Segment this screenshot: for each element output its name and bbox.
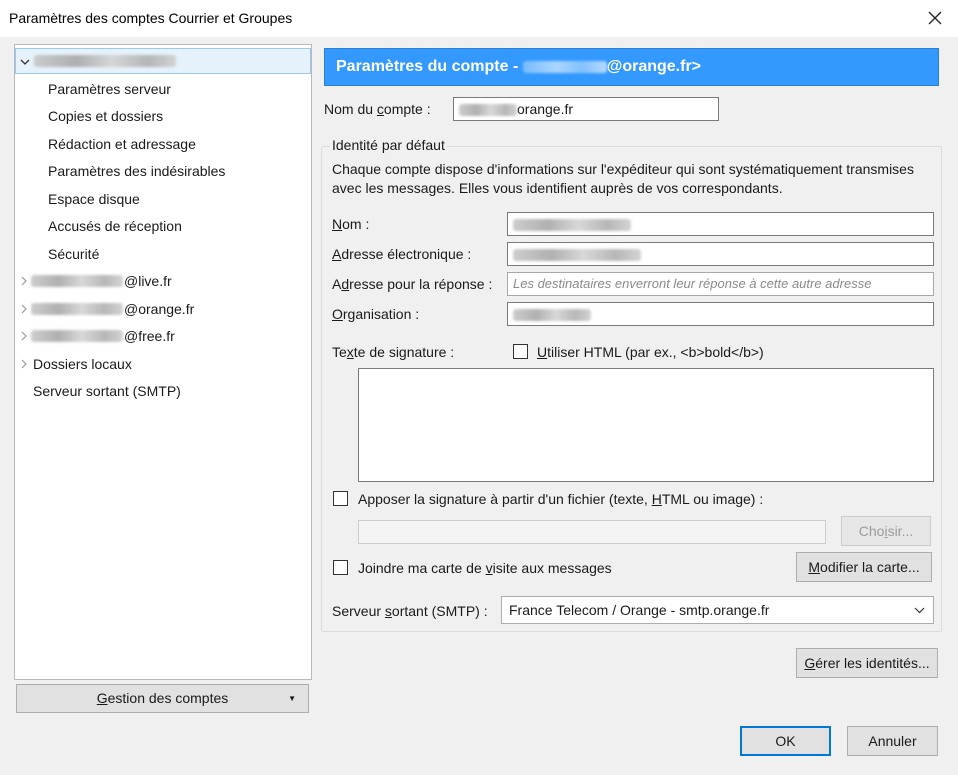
tree-item-junk-settings[interactable]: Paramètres des indésirables	[15, 158, 311, 184]
organization-input[interactable]	[507, 302, 934, 326]
tree-item-disk-space[interactable]: Espace disque	[15, 186, 311, 212]
name-input[interactable]	[507, 212, 934, 236]
signature-label: Texte de signature :	[332, 344, 455, 360]
redacted-account-name	[31, 303, 123, 315]
attach-signature-label[interactable]: Apposer la signature à partir d'un fichi…	[358, 491, 763, 507]
window-title: Paramètres des comptes Courrier et Group…	[9, 10, 293, 26]
attach-vcard-label[interactable]: Joindre ma carte de visite aux messages	[358, 560, 612, 576]
tree-item-main-account[interactable]	[15, 48, 311, 74]
use-html-label[interactable]: Utiliser HTML (par ex., <b>bold</b>)	[537, 344, 764, 360]
smtp-select[interactable]: France Telecom / Orange - smtp.orange.fr	[501, 596, 934, 624]
redacted-account-name	[31, 330, 123, 342]
manage-identities-button[interactable]: Gérer les identités...	[796, 648, 938, 678]
tree-item-composition[interactable]: Rédaction et adressage	[15, 131, 311, 157]
account-name-input[interactable]: orange.fr	[453, 97, 719, 121]
redacted-organization	[513, 309, 591, 322]
smtp-label: Serveur sortant (SMTP) :	[332, 603, 488, 619]
tree-item-smtp[interactable]: Serveur sortant (SMTP)	[15, 378, 311, 404]
close-icon[interactable]	[920, 3, 950, 33]
tree-item-receipts[interactable]: Accusés de réception	[15, 213, 311, 239]
attach-signature-checkbox[interactable]	[333, 491, 348, 506]
tree-item-account-free[interactable]: @free.fr	[15, 323, 311, 349]
reply-to-label: Adresse pour la réponse :	[332, 276, 493, 292]
redacted-account-name	[31, 275, 123, 287]
attach-vcard-checkbox[interactable]	[333, 560, 348, 575]
tree-item-account-live[interactable]: @live.fr	[15, 268, 311, 294]
chevron-right-icon[interactable]	[18, 351, 30, 377]
chevron-down-icon[interactable]	[19, 49, 31, 75]
ok-button[interactable]: OK	[740, 726, 831, 756]
account-settings-header: Paramètres du compte - @orange.fr>	[324, 48, 939, 86]
use-html-checkbox[interactable]	[513, 344, 528, 359]
account-suffix: @orange.fr	[124, 301, 195, 317]
dropdown-arrow-icon: ▼	[288, 694, 296, 703]
redacted-account-name	[34, 55, 176, 67]
edit-card-button[interactable]: Modifier la carte...	[796, 552, 932, 582]
title-bar: Paramètres des comptes Courrier et Group…	[0, 0, 958, 37]
chevron-right-icon[interactable]	[18, 323, 30, 349]
redacted-account-name	[459, 104, 517, 117]
email-label: Adresse électronique :	[332, 246, 472, 262]
redacted-account-name	[522, 60, 607, 73]
tree-item-copies-folders[interactable]: Copies et dossiers	[15, 103, 311, 129]
signature-textarea[interactable]	[358, 368, 934, 482]
identity-description: Chaque compte dispose d'informations sur…	[332, 161, 914, 196]
chevron-right-icon[interactable]	[18, 296, 30, 322]
organization-label: Organisation :	[332, 306, 420, 322]
tree-item-label: Dossiers locaux	[33, 356, 132, 372]
account-suffix: @free.fr	[124, 328, 175, 344]
choose-file-button[interactable]: Choisir...	[841, 516, 931, 546]
reply-to-input[interactable]: Les destinataires enverront leur réponse…	[507, 272, 934, 296]
name-label: Nom :	[332, 216, 370, 232]
default-identity-title: Identité par défaut	[330, 137, 447, 153]
chevron-right-icon[interactable]	[18, 268, 30, 294]
tree-item-account-orange[interactable]: @orange.fr	[15, 296, 311, 322]
account-tree: Paramètres serveur Copies et dossiers Ré…	[14, 44, 312, 680]
chevron-down-icon	[914, 597, 925, 623]
redacted-email	[513, 249, 641, 262]
tree-item-local-folders[interactable]: Dossiers locaux	[15, 351, 311, 377]
account-name-label: Nom du compte :	[324, 101, 431, 117]
redacted-name	[513, 219, 631, 232]
account-suffix: @live.fr	[124, 273, 172, 289]
cancel-button[interactable]: Annuler	[847, 726, 938, 756]
manage-accounts-button[interactable]: Gestion des comptes ▼	[16, 684, 309, 713]
tree-item-server-settings[interactable]: Paramètres serveur	[15, 76, 311, 102]
tree-item-security[interactable]: Sécurité	[15, 241, 311, 267]
signature-file-input[interactable]	[358, 520, 826, 544]
email-input[interactable]	[507, 242, 934, 266]
